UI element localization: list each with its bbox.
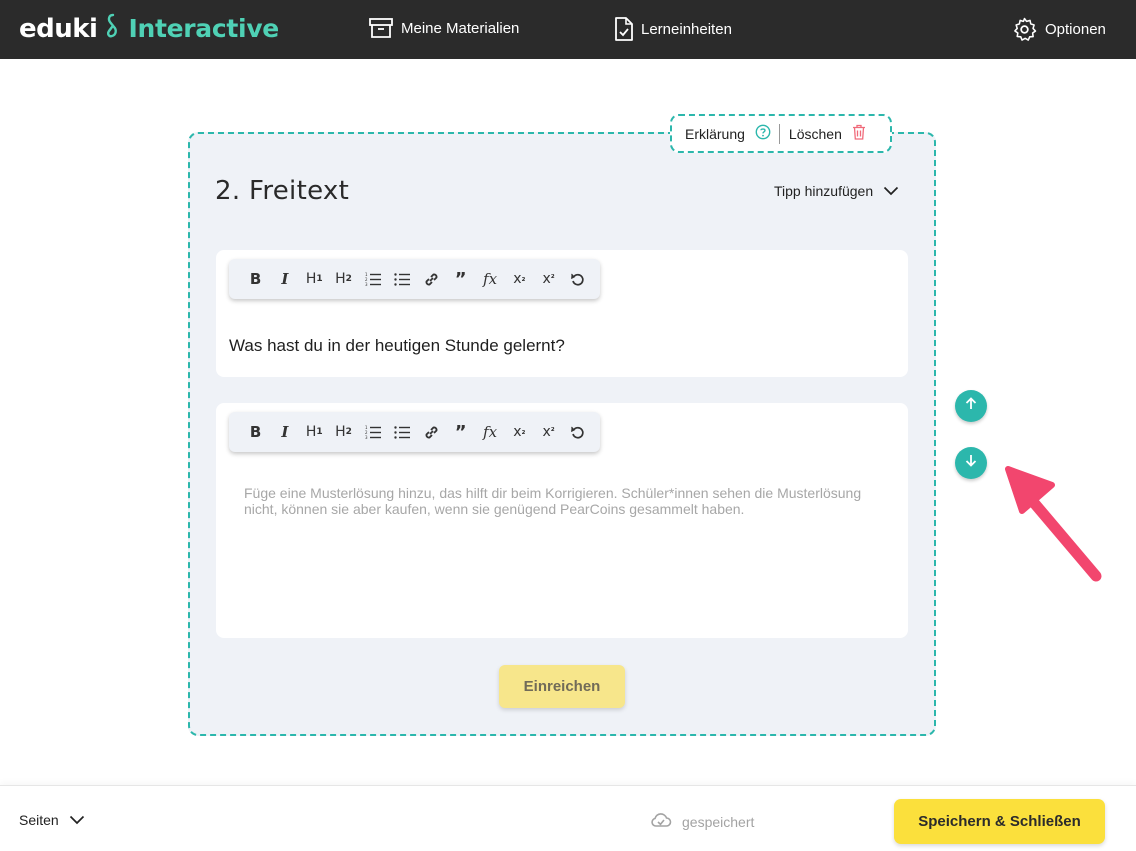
chevron-down-icon — [69, 812, 85, 828]
explanation-button[interactable]: Erklärung — [685, 124, 771, 143]
cloud-check-icon — [650, 812, 672, 831]
move-up-button[interactable] — [955, 390, 987, 422]
bold-button[interactable]: B — [241, 412, 270, 452]
bullet-list-button[interactable] — [387, 259, 416, 299]
subscript-button[interactable]: x₂ — [505, 412, 534, 452]
logo-interactive-label: Interactive — [128, 14, 279, 43]
question-text[interactable]: Was hast du in der heutigen Stunde geler… — [229, 336, 565, 356]
formula-button[interactable]: fx — [475, 259, 504, 299]
trash-icon — [852, 124, 866, 143]
ordered-list-button[interactable]: 123 — [358, 259, 387, 299]
svg-text:3: 3 — [365, 282, 368, 286]
eduki-logo[interactable]: eduki Interactive — [19, 13, 279, 44]
link-button[interactable] — [417, 412, 446, 452]
nav-learning-units[interactable]: Lerneinheiten — [614, 17, 732, 41]
svg-text:3: 3 — [365, 435, 368, 439]
submit-button[interactable]: Einreichen — [499, 665, 625, 708]
bottom-bar: Seiten gespeichert Speichern & Schließen — [0, 785, 1136, 851]
arrow-up-icon — [965, 397, 977, 415]
logo-wordmark: eduki — [19, 13, 98, 44]
heading2-button[interactable]: H2 — [329, 259, 358, 299]
card-tools: Erklärung Löschen — [670, 114, 892, 153]
question-title: 2. Freitext — [215, 176, 350, 206]
move-down-button[interactable] — [955, 447, 987, 479]
nav-learning-units-label: Lerneinheiten — [641, 20, 732, 38]
solution-editor[interactable]: B I H1 H2 123 ” fx x₂ x² Füge eine Muste… — [216, 403, 908, 638]
tool-divider — [778, 123, 780, 144]
arrow-down-icon — [965, 454, 977, 472]
nav-options-label: Optionen — [1045, 21, 1106, 38]
add-tip-label: Tipp hinzufügen — [774, 183, 874, 199]
nav-my-materials-label: Meine Materialien — [401, 19, 520, 37]
link-button[interactable] — [417, 259, 446, 299]
italic-button[interactable]: I — [270, 259, 299, 299]
delete-button[interactable]: Löschen — [789, 124, 866, 143]
top-navigation-bar: eduki Interactive Meine Materialien Lern… — [0, 0, 1136, 59]
undo-button[interactable] — [563, 259, 592, 299]
help-circle-icon — [755, 124, 771, 143]
chevron-down-icon — [883, 183, 899, 199]
save-and-close-button[interactable]: Speichern & Schließen — [894, 799, 1105, 844]
solution-formatting-toolbar: B I H1 H2 123 ” fx x₂ x² — [229, 412, 600, 452]
question-formatting-toolbar: B I H1 H2 123 ” fx x₂ x² — [229, 259, 600, 299]
solution-placeholder[interactable]: Füge eine Musterlösung hinzu, das hilft … — [244, 485, 884, 517]
bullet-list-button[interactable] — [387, 412, 416, 452]
heading1-button[interactable]: H1 — [300, 412, 329, 452]
pages-label: Seiten — [19, 812, 59, 828]
gear-icon — [1012, 17, 1037, 42]
add-tip-dropdown[interactable]: Tipp hinzufügen — [774, 183, 899, 199]
document-check-icon — [614, 17, 633, 41]
blockquote-button[interactable]: ” — [446, 412, 475, 452]
annotation-arrow-icon — [1000, 455, 1110, 590]
undo-button[interactable] — [563, 412, 592, 452]
explanation-label: Erklärung — [685, 125, 745, 142]
blockquote-button[interactable]: ” — [446, 259, 475, 299]
ordered-list-button[interactable]: 123 — [358, 412, 387, 452]
delete-label: Löschen — [788, 125, 842, 142]
nav-options[interactable]: Optionen — [1012, 17, 1106, 42]
pages-dropdown[interactable]: Seiten — [19, 812, 85, 828]
subscript-button[interactable]: x₂ — [505, 259, 534, 299]
archive-icon — [369, 17, 393, 39]
italic-button[interactable]: I — [270, 412, 299, 452]
formula-button[interactable]: fx — [475, 412, 504, 452]
save-status-label: gespeichert — [682, 813, 755, 830]
heading1-button[interactable]: H1 — [300, 259, 329, 299]
question-editor[interactable]: B I H1 H2 123 ” fx x₂ x² Was hast du in … — [216, 250, 908, 377]
bold-button[interactable]: B — [241, 259, 270, 299]
logo-hand-icon — [105, 13, 121, 44]
nav-my-materials[interactable]: Meine Materialien — [369, 17, 519, 39]
heading2-button[interactable]: H2 — [329, 412, 358, 452]
superscript-button[interactable]: x² — [534, 259, 563, 299]
save-status: gespeichert — [650, 812, 754, 831]
superscript-button[interactable]: x² — [534, 412, 563, 452]
